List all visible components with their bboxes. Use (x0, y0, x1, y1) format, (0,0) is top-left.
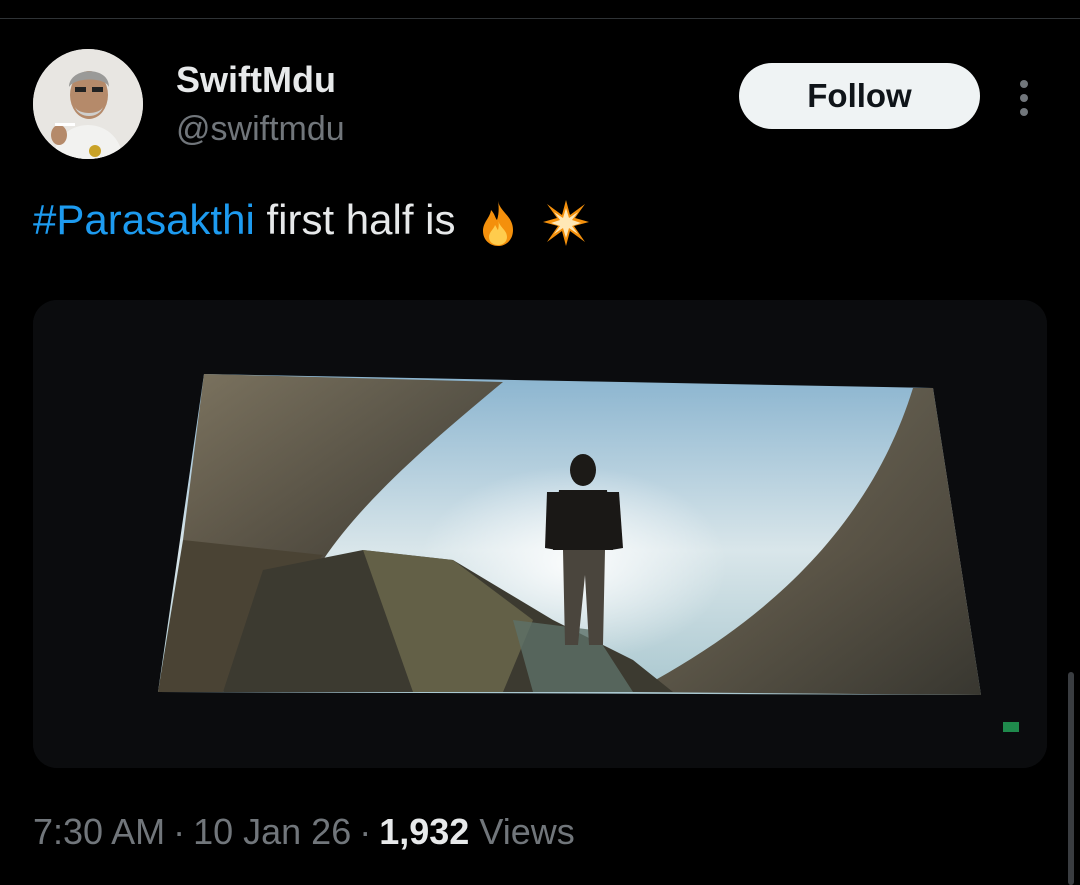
tweet-body: first half is (254, 196, 456, 243)
scrollbar[interactable] (1068, 672, 1074, 885)
tweet-text: #Parasakthi first half is (33, 190, 591, 250)
user-handle[interactable]: @swiftmdu (176, 108, 345, 150)
more-dot-icon (1020, 108, 1028, 116)
views-count: 1,932 (379, 811, 470, 852)
collision-emoji-icon (541, 198, 591, 248)
tweet-time[interactable]: 7:30 AM (33, 811, 165, 852)
avatar[interactable] (33, 49, 143, 159)
top-divider (0, 0, 1080, 19)
meta-separator: · (173, 811, 186, 852)
views-label: Views (479, 811, 575, 852)
more-dot-icon (1020, 94, 1028, 102)
meta-separator: · (359, 811, 372, 852)
follow-button[interactable]: Follow (739, 63, 980, 129)
tweet-date[interactable]: 10 Jan 26 (193, 811, 351, 852)
display-name[interactable]: SwiftMdu (176, 58, 336, 102)
fire-emoji-icon (473, 198, 523, 248)
more-dot-icon (1020, 80, 1028, 88)
hashtag-link[interactable]: #Parasakthi (33, 196, 255, 243)
more-options-button[interactable] (1008, 76, 1040, 120)
tweet-meta: 7:30 AM · 10 Jan 26 · 1,932 Views (33, 808, 575, 856)
tweet-media-photo[interactable] (33, 300, 1047, 768)
